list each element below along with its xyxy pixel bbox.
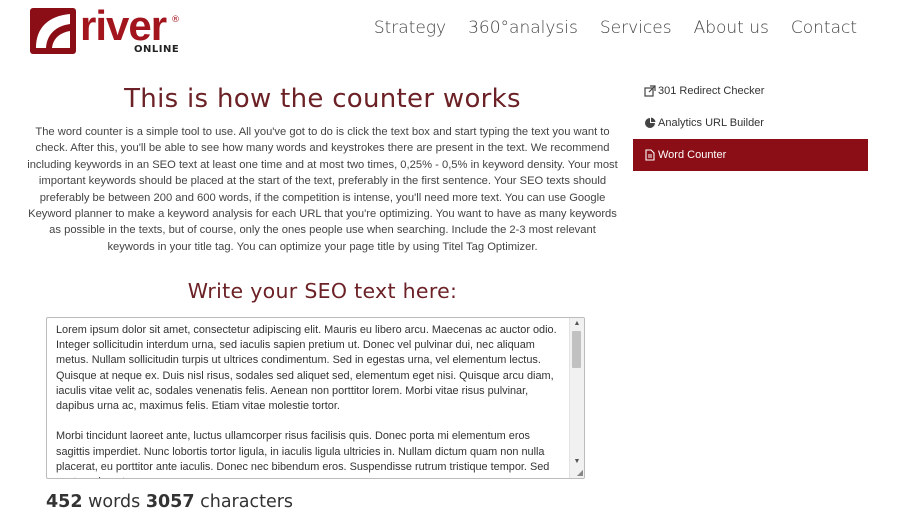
intro-paragraph: The word counter is a simple tool to use… <box>27 126 618 253</box>
sidebar-item-301-redirect-checker[interactable]: 301 Redirect Checker <box>633 75 868 107</box>
nav-item-services[interactable]: Services <box>600 18 672 38</box>
sidebar-item-label: 301 Redirect Checker <box>658 85 765 97</box>
section-title: Write your SEO text here: <box>187 279 458 304</box>
seo-text-value: Lorem ipsum dolor sit amet, consectetur … <box>56 324 557 478</box>
scroll-down-arrow-icon[interactable]: ▼ <box>570 456 584 468</box>
sidebar-item-label: Word Counter <box>658 149 727 161</box>
logo-subtext: ONLINE <box>134 44 180 55</box>
sidebar-item-analytics-url-builder[interactable]: Analytics URL Builder <box>633 107 868 139</box>
scroll-thumb[interactable] <box>572 331 581 368</box>
resize-grip-icon[interactable]: ◢ <box>573 468 583 477</box>
words-label: words <box>88 492 141 512</box>
word-count: 452 <box>46 492 83 512</box>
nav-item-360-analysis[interactable]: 360°analysis <box>468 18 578 38</box>
document-icon <box>644 149 656 161</box>
external-link-icon <box>644 85 656 97</box>
textarea-scrollbar[interactable]: ▲ ▼ <box>569 318 584 478</box>
nav-item-about-us[interactable]: About us <box>694 18 769 38</box>
character-count: 3057 <box>145 492 195 512</box>
main-nav: Strategy 360°analysis Services About us … <box>374 18 857 38</box>
seo-text-input[interactable]: Lorem ipsum dolor sit amet, consectetur … <box>46 317 585 479</box>
logo-registered-mark: ® <box>171 15 180 25</box>
scroll-up-arrow-icon[interactable]: ▲ <box>570 318 584 330</box>
site-header: river ® ONLINE Strategy 360°analysis Ser… <box>0 0 900 62</box>
tools-sidebar: 301 Redirect Checker Analytics URL Build… <box>633 75 868 171</box>
logo-mark-icon <box>30 8 76 54</box>
page-title: This is how the counter works <box>124 84 521 114</box>
nav-item-strategy[interactable]: Strategy <box>374 18 446 38</box>
sidebar-item-label: Analytics URL Builder <box>658 117 764 129</box>
pie-chart-icon <box>644 117 656 129</box>
main-content: This is how the counter works The word c… <box>25 80 620 512</box>
characters-label: characters <box>200 492 294 512</box>
logo-text: river <box>80 2 167 49</box>
sidebar-item-word-counter[interactable]: Word Counter <box>633 139 868 171</box>
nav-item-contact[interactable]: Contact <box>791 18 857 38</box>
river-online-logo[interactable]: river ® ONLINE <box>30 2 180 56</box>
count-summary: 452 words 3057 characters <box>46 492 293 512</box>
